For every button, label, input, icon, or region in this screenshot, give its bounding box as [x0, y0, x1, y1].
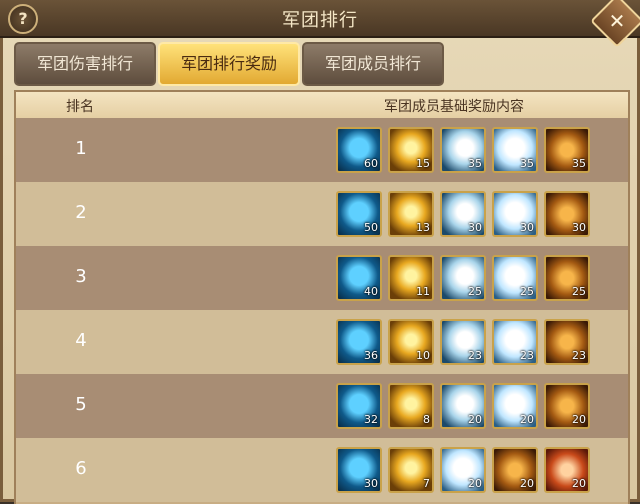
item-count: 40	[364, 285, 378, 298]
rank-number: 3	[75, 266, 87, 287]
table-row: 6 30 7 20 20 20	[16, 438, 628, 502]
rank-number: 5	[75, 394, 87, 415]
table-row: 2 50 13 30 30 30	[16, 182, 628, 246]
item-count: 23	[572, 349, 586, 362]
ranking-panel: ? 军团排行 ✕ 军团伤害排行 军团排行奖励 军团成员排行 排名 军团成员基础奖…	[0, 0, 640, 504]
item-count: 20	[520, 413, 534, 426]
feather-icon[interactable]: 20	[440, 383, 486, 429]
item-count: 20	[572, 477, 586, 490]
wing-icon[interactable]: 20	[492, 383, 538, 429]
dragon-scale-icon[interactable]: 20	[544, 447, 590, 493]
feather-icon[interactable]: 23	[440, 319, 486, 365]
rank-number: 6	[75, 458, 87, 479]
potion-icon[interactable]: 32	[336, 383, 382, 429]
grain-icon[interactable]: 20	[544, 383, 590, 429]
gold-ore-icon[interactable]: 13	[388, 191, 434, 237]
wing-icon[interactable]: 25	[492, 255, 538, 301]
tab-member-ranking[interactable]: 军团成员排行	[302, 42, 444, 86]
item-count: 20	[520, 477, 534, 490]
table-header: 排名 军团成员基础奖励内容	[16, 92, 628, 118]
window-title: 军团排行	[282, 10, 358, 31]
item-count: 35	[520, 157, 534, 170]
item-count: 50	[364, 221, 378, 234]
item-count: 25	[572, 285, 586, 298]
item-count: 25	[468, 285, 482, 298]
tab-damage-ranking[interactable]: 军团伤害排行	[14, 42, 156, 86]
feather-icon[interactable]: 35	[440, 127, 486, 173]
rank-number: 2	[75, 202, 87, 223]
table-row: 1 60 15 35 35 35	[16, 118, 628, 182]
grain-icon[interactable]: 25	[544, 255, 590, 301]
table-row: 3 40 11 25 25 25	[16, 246, 628, 310]
item-count: 8	[423, 413, 430, 426]
item-count: 30	[572, 221, 586, 234]
potion-icon[interactable]: 30	[336, 447, 382, 493]
item-count: 23	[468, 349, 482, 362]
gold-ore-icon[interactable]: 8	[388, 383, 434, 429]
header-rank: 排名	[66, 99, 94, 115]
potion-icon[interactable]: 36	[336, 319, 382, 365]
title-bar: ? 军团排行 ✕	[0, 0, 640, 48]
item-count: 60	[364, 157, 378, 170]
item-count: 35	[468, 157, 482, 170]
item-count: 35	[572, 157, 586, 170]
grain-icon[interactable]: 30	[544, 191, 590, 237]
grain-icon[interactable]: 23	[544, 319, 590, 365]
item-count: 10	[416, 349, 430, 362]
item-count: 20	[468, 477, 482, 490]
item-count: 36	[364, 349, 378, 362]
table-row: 5 32 8 20 20 20	[16, 374, 628, 438]
item-count: 20	[468, 413, 482, 426]
grain-icon[interactable]: 35	[544, 127, 590, 173]
gold-ore-icon[interactable]: 11	[388, 255, 434, 301]
item-count: 32	[364, 413, 378, 426]
wing-icon[interactable]: 23	[492, 319, 538, 365]
item-count: 13	[416, 221, 430, 234]
item-count: 15	[416, 157, 430, 170]
table-row: 4 36 10 23 23 23	[16, 310, 628, 374]
reward-table[interactable]: 排名 军团成员基础奖励内容 1 60 15 35 35 35 2 50 13 30 30 30 3 40 1…	[14, 90, 630, 504]
item-count: 11	[416, 285, 430, 298]
potion-icon[interactable]: 40	[336, 255, 382, 301]
item-count: 30	[520, 221, 534, 234]
grain-icon[interactable]: 20	[492, 447, 538, 493]
wing-icon[interactable]: 30	[492, 191, 538, 237]
rank-number: 4	[75, 330, 87, 351]
close-icon: ✕	[608, 9, 626, 33]
gold-ore-icon[interactable]: 7	[388, 447, 434, 493]
item-count: 7	[423, 477, 430, 490]
potion-icon[interactable]: 60	[336, 127, 382, 173]
header-rewards: 军团成员基础奖励内容	[384, 99, 524, 115]
feather-icon[interactable]: 25	[440, 255, 486, 301]
item-count: 30	[468, 221, 482, 234]
rank-number: 1	[75, 138, 87, 159]
gold-ore-icon[interactable]: 15	[388, 127, 434, 173]
gold-ore-icon[interactable]: 10	[388, 319, 434, 365]
item-count: 30	[364, 477, 378, 490]
item-count: 20	[572, 413, 586, 426]
item-count: 23	[520, 349, 534, 362]
tab-ranking-rewards[interactable]: 军团排行奖励	[158, 42, 300, 86]
item-count: 25	[520, 285, 534, 298]
wing-icon[interactable]: 20	[440, 447, 486, 493]
potion-icon[interactable]: 50	[336, 191, 382, 237]
wing-icon[interactable]: 35	[492, 127, 538, 173]
feather-icon[interactable]: 30	[440, 191, 486, 237]
